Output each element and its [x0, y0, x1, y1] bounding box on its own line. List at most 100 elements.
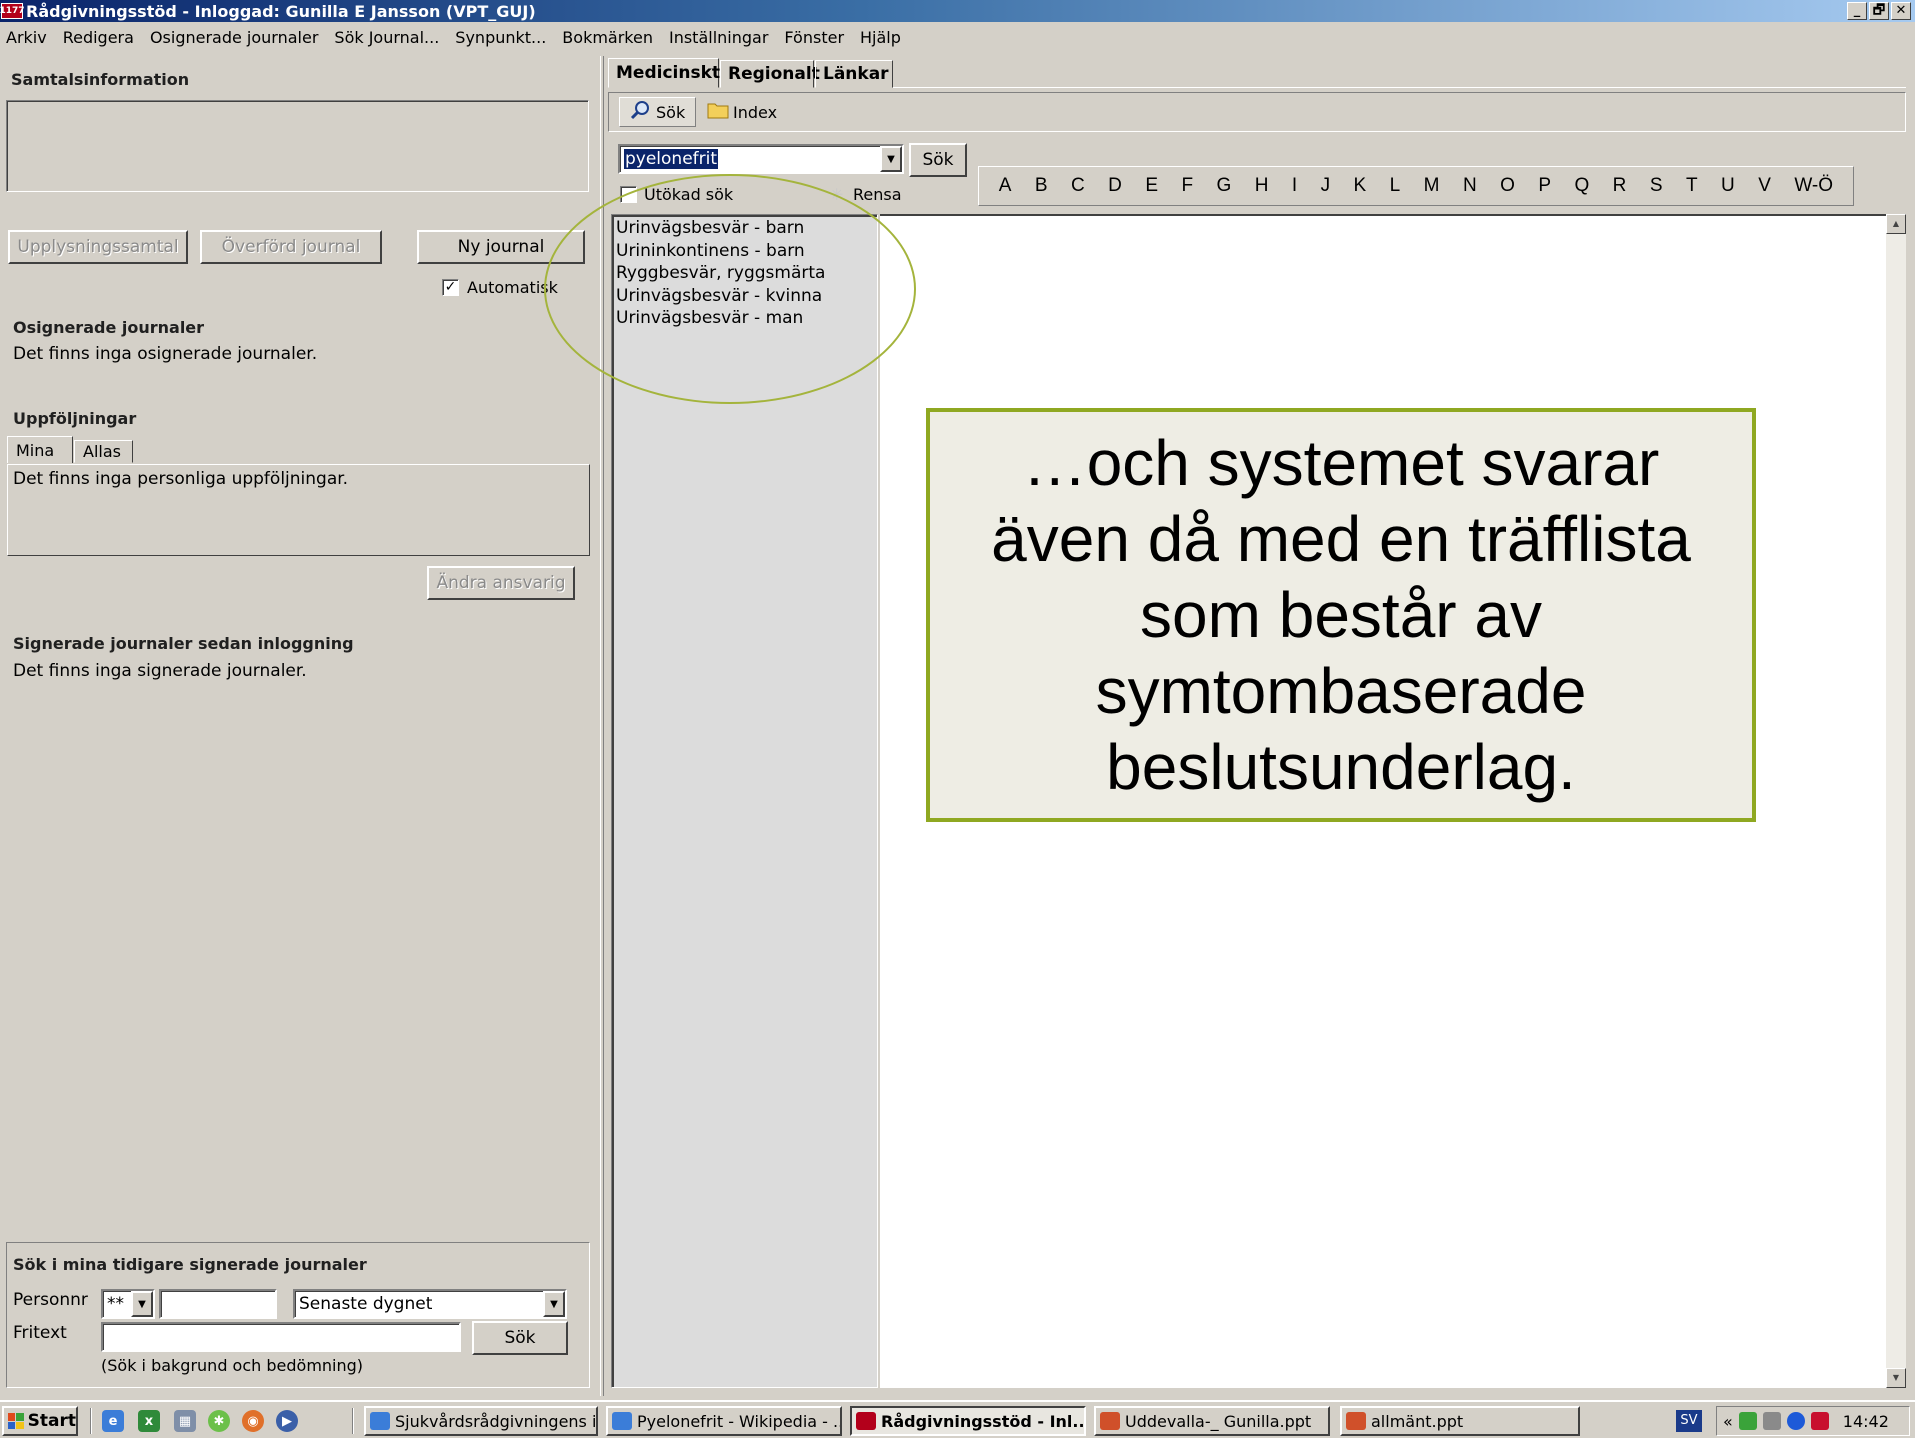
- tab-lankar[interactable]: Länkar: [815, 60, 893, 88]
- task-label: Rådgivningsstöd - Inl...: [881, 1411, 1086, 1431]
- close-button[interactable]: ✕: [1891, 2, 1911, 20]
- letter-n[interactable]: N: [1463, 175, 1477, 197]
- bluetooth-icon[interactable]: [1786, 1412, 1805, 1430]
- calculator-icon[interactable]: ▦: [174, 1410, 196, 1432]
- menu-arkiv[interactable]: Arkiv: [0, 28, 55, 47]
- app-logo-icon: [856, 1412, 876, 1430]
- tab-medicinskt[interactable]: Medicinskt: [608, 58, 720, 88]
- letter-l[interactable]: L: [1390, 175, 1401, 197]
- tab-regionalt[interactable]: Regionalt: [720, 60, 820, 88]
- letter-m[interactable]: M: [1424, 175, 1440, 197]
- result-item[interactable]: Urinvägsbesvär - kvinna: [616, 285, 873, 308]
- tray-expand-icon[interactable]: «: [1723, 1412, 1733, 1431]
- minimize-button[interactable]: _: [1847, 2, 1867, 20]
- letter-g[interactable]: G: [1216, 175, 1231, 197]
- letter-j[interactable]: J: [1321, 175, 1331, 197]
- ie-icon[interactable]: e: [102, 1410, 124, 1432]
- symptom-search-input[interactable]: pyelonefrit ▼: [618, 144, 904, 174]
- antivirus-icon[interactable]: [1810, 1412, 1829, 1430]
- menu-hjalp[interactable]: Hjälp: [852, 28, 909, 47]
- tool-index-button[interactable]: Index: [697, 97, 787, 127]
- change-responsible-button[interactable]: Ändra ansvarig: [427, 566, 575, 600]
- task-uddevalla-ppt[interactable]: Uddevalla-_ Gunilla.ppt: [1094, 1406, 1330, 1436]
- chevron-down-icon[interactable]: ▼: [880, 146, 902, 172]
- green-app-icon[interactable]: ✱: [208, 1410, 230, 1432]
- menu-installningar[interactable]: Inställningar: [661, 28, 776, 47]
- tab-mina[interactable]: Mina: [7, 436, 73, 463]
- menu-sok-journal[interactable]: Sök Journal...: [326, 28, 447, 47]
- scroll-down-icon[interactable]: ▼: [1886, 1368, 1906, 1388]
- menu-redigera[interactable]: Redigera: [55, 28, 142, 47]
- ie-icon: [612, 1412, 632, 1430]
- ie-icon: [370, 1412, 390, 1430]
- letter-u[interactable]: U: [1721, 175, 1735, 197]
- letter-v[interactable]: V: [1758, 175, 1771, 197]
- personnr-prefix-select[interactable]: ** ▼: [101, 1289, 155, 1319]
- clock: 14:42: [1842, 1411, 1889, 1431]
- letter-e[interactable]: E: [1145, 175, 1158, 197]
- letter-p[interactable]: P: [1538, 175, 1551, 197]
- firefox-icon[interactable]: ◉: [242, 1410, 264, 1432]
- letter-c[interactable]: C: [1071, 175, 1085, 197]
- result-item[interactable]: Urininkontinens - barn: [616, 240, 873, 263]
- task-radgivningsstod[interactable]: Rådgivningsstöd - Inl...: [850, 1406, 1086, 1436]
- fritext-input[interactable]: [101, 1322, 461, 1352]
- personnr-input[interactable]: [159, 1289, 277, 1319]
- tool-index-label: Index: [733, 102, 778, 122]
- journal-search-button[interactable]: Sök: [472, 1321, 568, 1355]
- restore-button[interactable]: 🗗: [1869, 2, 1889, 20]
- menu-bar: Arkiv Redigera Osignerade journaler Sök …: [0, 24, 1915, 50]
- letter-s[interactable]: S: [1650, 175, 1663, 197]
- letter-q[interactable]: Q: [1574, 175, 1589, 197]
- task-wikipedia[interactable]: Pyelonefrit - Wikipedia - ...: [606, 1406, 842, 1436]
- result-item[interactable]: Urinvägsbesvär - barn: [616, 217, 873, 240]
- overford-journal-button[interactable]: Överförd journal: [200, 230, 382, 264]
- scroll-up-icon[interactable]: ▲: [1886, 214, 1906, 234]
- letter-r[interactable]: R: [1613, 175, 1627, 197]
- letter-i[interactable]: I: [1292, 175, 1297, 197]
- language-indicator[interactable]: SV: [1676, 1410, 1702, 1432]
- automatisk-checkbox[interactable]: ✓: [442, 279, 459, 296]
- tab-allas[interactable]: Allas: [74, 440, 133, 463]
- result-item[interactable]: Urinvägsbesvär - man: [616, 307, 873, 330]
- media-player-icon[interactable]: ▶: [276, 1410, 298, 1432]
- letter-a[interactable]: A: [999, 175, 1012, 197]
- chevron-down-icon[interactable]: ▼: [543, 1291, 565, 1317]
- connection-icon[interactable]: [1762, 1412, 1781, 1430]
- result-item[interactable]: Ryggbesvär, ryggsmärta: [616, 262, 873, 285]
- letter-h[interactable]: H: [1255, 175, 1269, 197]
- call-info-box[interactable]: [6, 100, 589, 192]
- letter-o[interactable]: O: [1500, 175, 1515, 197]
- network-icon[interactable]: [1738, 1412, 1757, 1430]
- system-tray: « 14:42: [1716, 1406, 1910, 1436]
- powerpoint-icon: [1346, 1412, 1366, 1430]
- unsigned-journals-title: Osignerade journaler: [13, 318, 205, 337]
- task-allmant-ppt[interactable]: allmänt.ppt: [1340, 1406, 1580, 1436]
- upplysningssamtal-button[interactable]: Upplysningssamtal: [8, 230, 188, 264]
- vertical-scrollbar[interactable]: ▲ ▼: [1886, 214, 1906, 1388]
- folder-icon: [707, 101, 729, 123]
- panel-splitter[interactable]: [600, 56, 604, 1396]
- task-sjukvard[interactable]: Sjukvårdsrådgivningens i...: [364, 1406, 598, 1436]
- symptom-search-button[interactable]: Sök: [909, 143, 967, 177]
- menu-fonster[interactable]: Fönster: [776, 28, 852, 47]
- tool-search-button[interactable]: Sök: [619, 97, 697, 127]
- letter-w-o[interactable]: W-Ö: [1794, 175, 1833, 197]
- letter-f[interactable]: F: [1181, 175, 1193, 197]
- menu-bokmarken[interactable]: Bokmärken: [554, 28, 661, 47]
- menu-synpunkt[interactable]: Synpunkt...: [447, 28, 554, 47]
- period-select[interactable]: Senaste dygnet ▼: [293, 1289, 567, 1319]
- ny-journal-button[interactable]: Ny journal: [417, 230, 585, 264]
- letter-k[interactable]: K: [1354, 175, 1367, 197]
- letter-d[interactable]: D: [1108, 175, 1122, 197]
- excel-icon[interactable]: x: [138, 1410, 160, 1432]
- taskbar-separator: [352, 1408, 354, 1434]
- search-hint: (Sök i bakgrund och bedömning): [101, 1356, 364, 1375]
- start-button[interactable]: Start: [2, 1406, 78, 1436]
- menu-osignerade[interactable]: Osignerade journaler: [142, 28, 326, 47]
- chevron-down-icon[interactable]: ▼: [131, 1291, 153, 1317]
- letter-t[interactable]: T: [1686, 175, 1698, 197]
- clear-button[interactable]: Rensa: [853, 185, 902, 204]
- extended-search-checkbox[interactable]: [620, 186, 637, 203]
- letter-b[interactable]: B: [1035, 175, 1048, 197]
